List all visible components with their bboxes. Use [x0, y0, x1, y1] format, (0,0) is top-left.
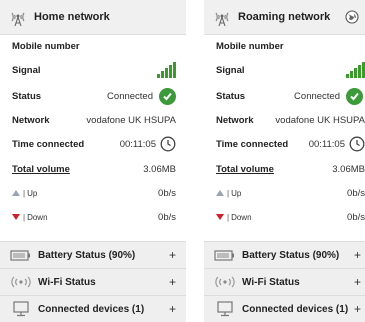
time-connected-value: 00:11:05	[119, 138, 156, 150]
monitor-icon	[217, 301, 233, 317]
total-volume-row: Total volume 3.06MB	[204, 157, 365, 181]
down-label: Down	[231, 212, 252, 222]
status-row: Status Connected	[0, 83, 186, 109]
network-value: vodafone UK HSUPA	[86, 114, 176, 126]
status-row: Status Connected	[204, 83, 365, 109]
mobile-number-row: Mobile number	[0, 35, 186, 57]
mobile-number-label: Mobile number	[216, 40, 284, 52]
time-connected-row: Time connected 00:11:05	[204, 131, 365, 157]
antenna-icon	[11, 12, 25, 27]
down-value: 0b/s	[347, 211, 365, 223]
up-value: 0b/s	[347, 187, 365, 199]
roaming-network-header: Roaming network	[204, 0, 365, 35]
clock-icon	[349, 136, 365, 152]
total-volume-value: 3.06MB	[143, 163, 176, 175]
monitor-icon	[13, 301, 29, 317]
battery-status-section[interactable]: Battery Status (90%) +	[0, 241, 186, 268]
time-connected-row: Time connected 00:11:05	[0, 131, 186, 157]
down-value: 0b/s	[158, 211, 176, 223]
up-arrow-icon	[12, 190, 20, 196]
connected-devices-title: Connected devices (1)	[38, 303, 145, 315]
expand-devices-button[interactable]: +	[169, 302, 176, 316]
wifi-icon	[11, 276, 31, 288]
expand-devices-button[interactable]: +	[354, 302, 361, 316]
wifi-status-title: Wi-Fi Status	[38, 276, 96, 288]
status-label: Status	[216, 90, 246, 102]
check-icon	[346, 87, 363, 105]
down-row: | Down 0b/s	[0, 205, 186, 229]
roaming-network-panel: Roaming network Mobile number Signal Sta…	[204, 0, 365, 322]
network-label: Network	[12, 114, 50, 126]
up-arrow-icon	[216, 190, 224, 196]
roaming-title: Roaming network	[238, 11, 331, 23]
time-connected-value: 00:11:05	[308, 138, 345, 150]
up-row: | Up 0b/s	[204, 181, 365, 205]
expand-battery-button[interactable]: +	[354, 248, 361, 262]
battery-icon	[10, 250, 30, 261]
down-label: Down	[27, 212, 48, 222]
expand-wifi-button[interactable]: +	[354, 275, 361, 289]
connected-devices-section[interactable]: Connected devices (1) +	[0, 295, 186, 322]
wifi-status-title: Wi-Fi Status	[242, 276, 300, 288]
total-volume-value: 3.06MB	[332, 163, 365, 175]
wifi-icon	[215, 276, 235, 288]
network-value: vodafone UK HSUPA	[275, 114, 365, 126]
wifi-status-section[interactable]: Wi-Fi Status +	[0, 268, 186, 295]
down-row: | Down 0b/s	[204, 205, 365, 229]
check-icon	[159, 87, 176, 105]
signal-bars-icon	[156, 62, 176, 78]
signal-bars-icon	[345, 62, 365, 78]
expand-battery-button[interactable]: +	[169, 248, 176, 262]
clock-icon	[160, 136, 176, 152]
signal-label: Signal	[216, 64, 245, 76]
up-value: 0b/s	[158, 187, 176, 199]
wifi-status-section[interactable]: Wi-Fi Status +	[204, 268, 365, 295]
network-row: Network vodafone UK HSUPA	[204, 109, 365, 131]
battery-status-title: Battery Status (90%)	[242, 249, 340, 261]
network-label: Network	[216, 114, 254, 126]
total-volume-link[interactable]: Total volume	[216, 164, 274, 175]
home-network-panel: Home network Mobile number Signal Status…	[0, 0, 186, 322]
up-label: Up	[27, 188, 38, 198]
down-arrow-icon	[12, 214, 20, 220]
signal-label: Signal	[12, 64, 41, 76]
total-volume-link[interactable]: Total volume	[12, 164, 70, 175]
time-connected-label: Time connected	[216, 138, 289, 150]
network-row: Network vodafone UK HSUPA	[0, 109, 186, 131]
down-arrow-icon	[216, 214, 224, 220]
status-value: Connected	[107, 90, 153, 102]
up-row: | Up 0b/s	[0, 181, 186, 205]
battery-status-title: Battery Status (90%)	[38, 249, 136, 261]
time-connected-label: Time connected	[12, 138, 85, 150]
signal-row: Signal	[204, 57, 365, 83]
battery-status-section[interactable]: Battery Status (90%) +	[204, 241, 365, 268]
battery-icon	[214, 250, 234, 261]
connected-devices-section[interactable]: Connected devices (1) +	[204, 295, 365, 322]
home-network-header: Home network	[0, 0, 186, 35]
status-label: Status	[12, 90, 42, 102]
mobile-number-label: Mobile number	[12, 40, 80, 52]
status-value: Connected	[294, 90, 340, 102]
up-label: Up	[231, 188, 242, 198]
connected-devices-title: Connected devices (1)	[242, 303, 349, 315]
antenna-icon	[215, 12, 229, 27]
mobile-number-row: Mobile number	[204, 35, 365, 57]
total-volume-row: Total volume 3.06MB	[0, 157, 186, 181]
expand-wifi-button[interactable]: +	[169, 275, 176, 289]
signal-row: Signal	[0, 57, 186, 83]
globe-icon	[345, 10, 359, 24]
page-title: Home network	[34, 11, 110, 23]
